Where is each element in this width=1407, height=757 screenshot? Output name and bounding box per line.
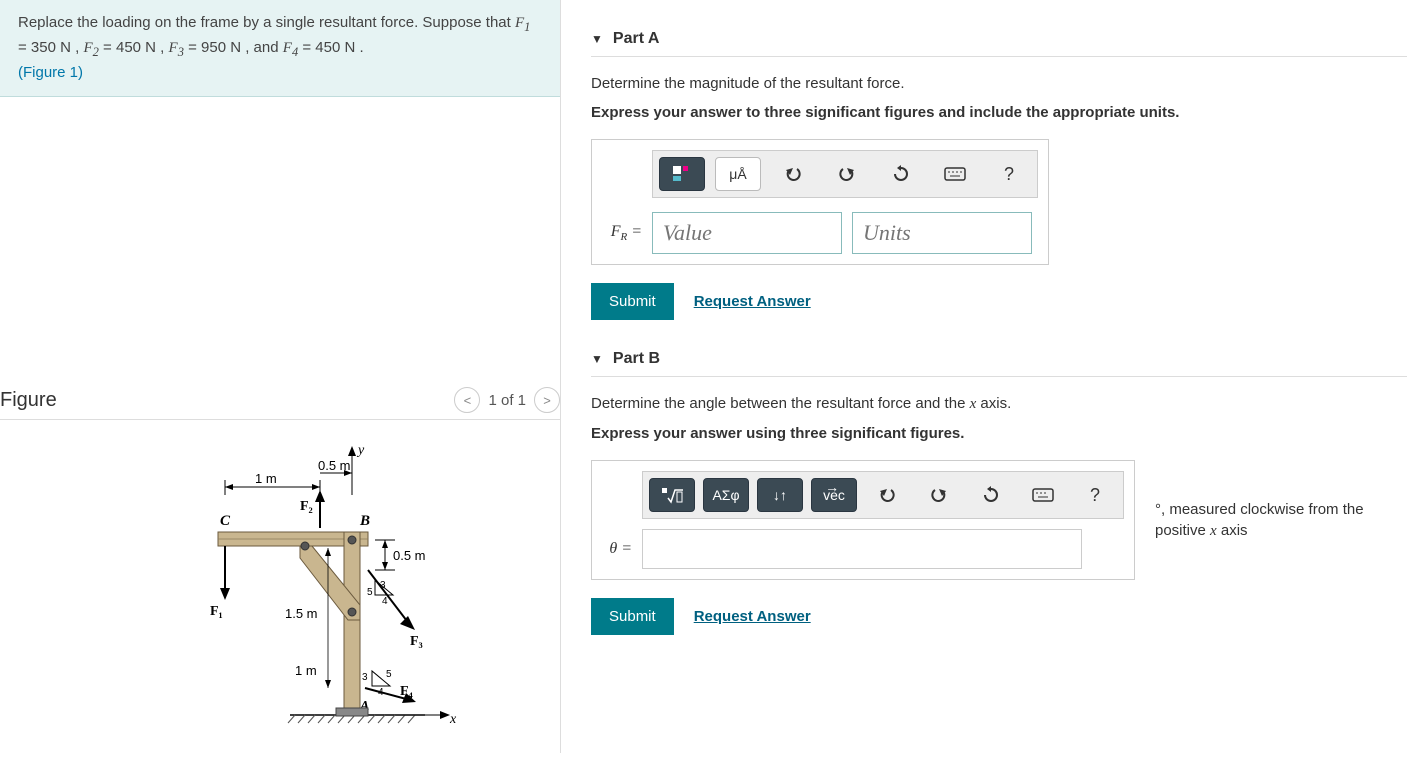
svg-text:0.5 m: 0.5 m xyxy=(318,458,351,473)
part-b-header[interactable]: ▼ Part B xyxy=(591,350,1407,377)
templates-button[interactable] xyxy=(659,157,705,191)
svg-text:C: C xyxy=(220,513,231,529)
f1-val: = 350 N , xyxy=(18,39,79,56)
f4-val: = 450 N . xyxy=(298,39,363,56)
f2-val: = 450 N , xyxy=(99,39,169,56)
part-b-request-link[interactable]: Request Answer xyxy=(694,608,811,625)
svg-text:1 m: 1 m xyxy=(295,663,317,678)
part-b-instruction: Determine the angle between the resultan… xyxy=(591,395,1407,413)
svg-text:F₂: F₂ xyxy=(300,499,313,514)
figure-nav: < 1 of 1 > xyxy=(454,387,560,413)
svg-text:0.5 m: 0.5 m xyxy=(393,548,426,563)
figure-image: y 1 m 0.5 m F₂ C xyxy=(0,440,560,753)
units-button[interactable]: μÅ xyxy=(715,157,761,191)
svg-text:4: 4 xyxy=(382,596,388,607)
part-a-answer-box: μÅ ? FR = xyxy=(591,139,1049,265)
part-b-express: Express your answer using three signific… xyxy=(591,425,1407,442)
part-b-var-label: θ = xyxy=(602,540,632,558)
undo-button[interactable] xyxy=(865,479,909,511)
part-a-title: Part A xyxy=(613,30,660,48)
f3-sym: F3 xyxy=(169,40,184,56)
part-b-submit-button[interactable]: Submit xyxy=(591,598,674,635)
part-a-submit-button[interactable]: Submit xyxy=(591,283,674,320)
part-a-request-link[interactable]: Request Answer xyxy=(694,293,811,310)
sqrt-button[interactable] xyxy=(649,478,695,512)
caret-down-icon: ▼ xyxy=(591,32,603,46)
svg-text:F₃: F₃ xyxy=(410,634,423,649)
reset-button[interactable] xyxy=(879,158,923,190)
part-b-suffix: °, measured clockwise from the positive … xyxy=(1155,499,1407,542)
greek-button[interactable]: ΑΣφ xyxy=(703,478,749,512)
caret-down-icon: ▼ xyxy=(591,352,603,366)
keyboard-button[interactable] xyxy=(933,158,977,190)
f1-sym: F1 xyxy=(515,15,530,31)
problem-text-1: Replace the loading on the frame by a si… xyxy=(18,14,515,31)
figure-section: Figure < 1 of 1 > y xyxy=(0,377,560,753)
svg-text:y: y xyxy=(356,443,365,458)
part-b-title: Part B xyxy=(613,350,660,368)
help-button[interactable]: ? xyxy=(987,158,1031,190)
part-a-var-label: FR = xyxy=(602,223,642,243)
part-b-answer-box: ΑΣφ ↓↑ → vec xyxy=(591,460,1135,580)
subscript-button[interactable]: ↓↑ xyxy=(757,478,803,512)
undo-button[interactable] xyxy=(771,158,815,190)
f2-sym: F2 xyxy=(83,40,98,56)
problem-statement: Replace the loading on the frame by a si… xyxy=(0,0,560,97)
figure-title: Figure xyxy=(0,389,57,412)
part-a-units-input[interactable] xyxy=(852,212,1032,254)
redo-button[interactable] xyxy=(917,479,961,511)
svg-text:3: 3 xyxy=(362,672,368,683)
svg-text:1 m: 1 m xyxy=(255,471,277,486)
part-a-toolbar: μÅ ? xyxy=(652,150,1038,198)
f3-val: = 950 N , and xyxy=(184,39,283,56)
svg-text:x: x xyxy=(449,712,457,727)
figure-prev-button[interactable]: < xyxy=(454,387,480,413)
part-b-block: ▼ Part B Determine the angle between the… xyxy=(591,350,1407,635)
svg-text:5: 5 xyxy=(386,669,392,680)
part-b-toolbar: ΑΣφ ↓↑ → vec xyxy=(642,471,1124,519)
reset-button[interactable] xyxy=(969,479,1013,511)
part-a-value-input[interactable] xyxy=(652,212,842,254)
figure-link[interactable]: (Figure 1) xyxy=(18,64,83,81)
keyboard-button[interactable] xyxy=(1021,479,1065,511)
f4-sym: F4 xyxy=(283,40,298,56)
svg-text:B: B xyxy=(359,513,370,529)
figure-nav-text: 1 of 1 xyxy=(488,392,526,409)
figure-next-button[interactable]: > xyxy=(534,387,560,413)
svg-text:F₄: F₄ xyxy=(400,684,414,699)
part-b-value-input[interactable] xyxy=(642,529,1082,569)
help-button[interactable]: ? xyxy=(1073,479,1117,511)
svg-text:F₁: F₁ xyxy=(210,604,223,619)
part-a-block: ▼ Part A Determine the magnitude of the … xyxy=(591,30,1407,320)
redo-button[interactable] xyxy=(825,158,869,190)
part-a-express: Express your answer to three significant… xyxy=(591,104,1407,121)
svg-text:1.5 m: 1.5 m xyxy=(285,606,318,621)
vec-button[interactable]: → vec xyxy=(811,478,857,512)
part-a-instruction: Determine the magnitude of the resultant… xyxy=(591,75,1407,92)
svg-text:5: 5 xyxy=(367,587,373,598)
part-a-header[interactable]: ▼ Part A xyxy=(591,30,1407,57)
